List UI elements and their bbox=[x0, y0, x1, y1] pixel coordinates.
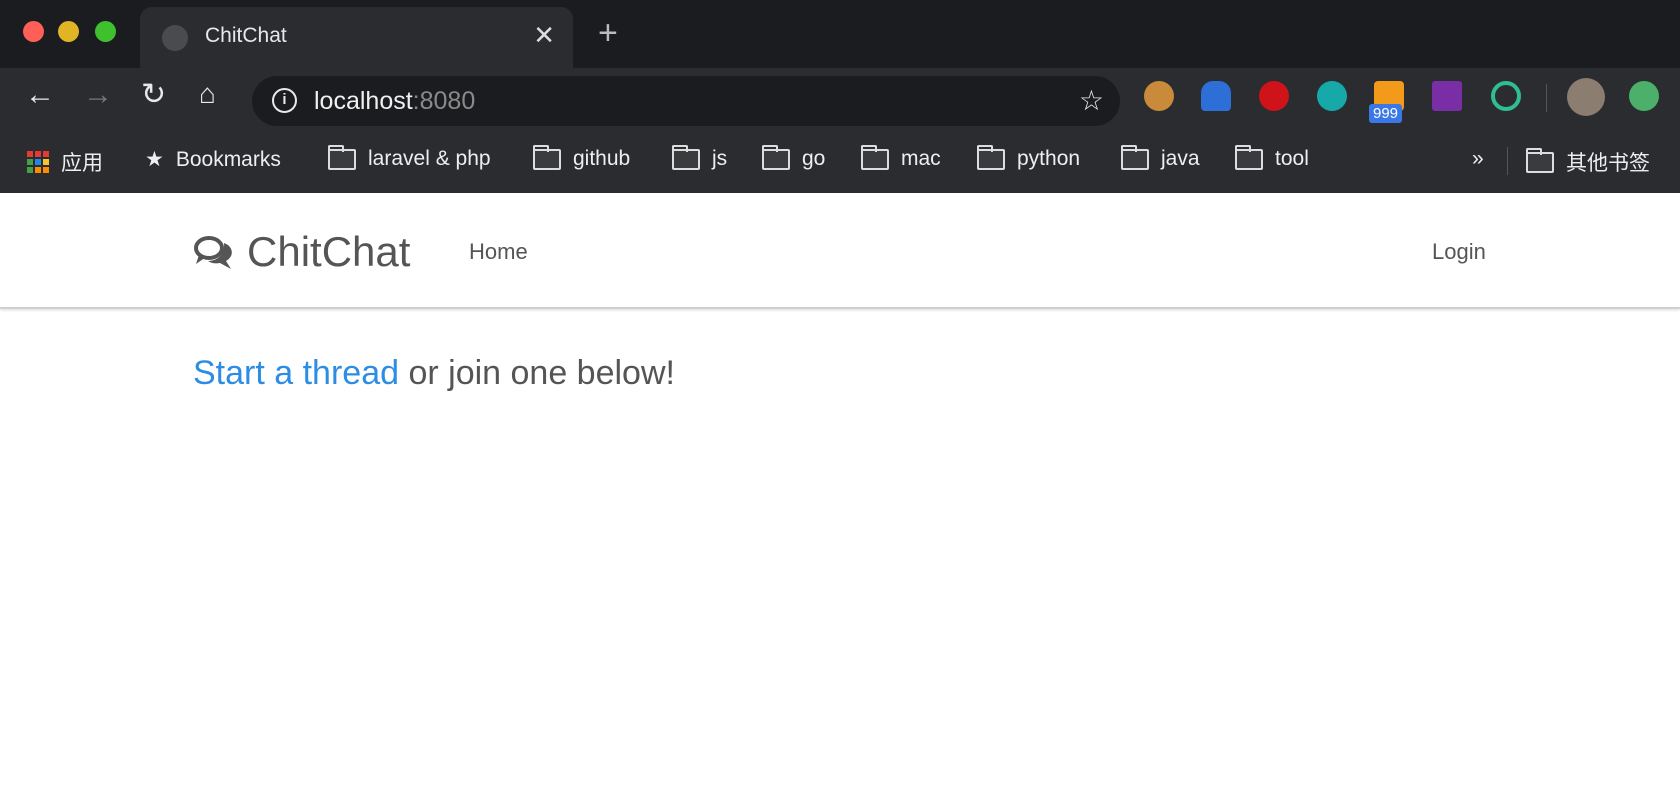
comments-icon bbox=[194, 236, 232, 269]
folder-icon bbox=[328, 144, 356, 170]
minimize-window-button[interactable] bbox=[58, 21, 79, 42]
tab-title: ChitChat bbox=[205, 24, 287, 47]
brand-name: ChitChat bbox=[247, 228, 411, 275]
rss-badge: 999 bbox=[1369, 104, 1403, 123]
bookmark-label: Bookmarks bbox=[175, 147, 281, 171]
star-icon: ★ bbox=[145, 148, 164, 171]
bookmarks-bar: 应用 ★ Bookmarks laravel & php github js go… bbox=[0, 133, 1680, 193]
cookie-extension-icon[interactable] bbox=[1144, 81, 1174, 111]
bookmark-folder-js[interactable]: js bbox=[672, 144, 728, 171]
browser-toolbar: ← → ↻ ⌂ i localhost:8080 ☆ 999 bbox=[0, 68, 1680, 133]
tab-strip: ChitChat ✕ + bbox=[0, 0, 1680, 68]
bookmark-label: tool bbox=[1275, 147, 1309, 170]
bookmark-folder-go[interactable]: go bbox=[762, 144, 826, 171]
nav-home-link[interactable]: Home bbox=[469, 239, 528, 265]
bookmarks-overflow-button[interactable]: » bbox=[1472, 147, 1484, 171]
bookmark-star-icon[interactable]: ☆ bbox=[1079, 84, 1104, 117]
forward-button[interactable]: → bbox=[83, 80, 113, 110]
folder-icon bbox=[672, 144, 700, 170]
url-text[interactable]: localhost:8080 bbox=[314, 87, 475, 116]
folder-icon bbox=[977, 144, 1005, 170]
bookmark-label: js bbox=[712, 147, 728, 170]
folder-icon bbox=[1121, 144, 1149, 170]
profile-avatar[interactable] bbox=[1567, 78, 1605, 116]
m-extension-icon[interactable] bbox=[1317, 81, 1347, 111]
home-button[interactable]: ⌂ bbox=[199, 80, 216, 108]
close-window-button[interactable] bbox=[23, 21, 44, 42]
bookmark-label: 其他书签 bbox=[1566, 152, 1650, 175]
bookmark-label: github bbox=[573, 147, 631, 170]
apps-grid-icon bbox=[27, 151, 49, 173]
bookmark-label: java bbox=[1161, 147, 1200, 170]
bookmark-apps[interactable]: 应用 bbox=[27, 147, 103, 177]
close-tab-icon[interactable]: ✕ bbox=[533, 20, 555, 51]
info-icon[interactable]: i bbox=[272, 88, 297, 113]
bookmark-folder-laravel[interactable]: laravel & php bbox=[328, 144, 491, 171]
address-bar[interactable]: i localhost:8080 ☆ bbox=[252, 76, 1120, 126]
translate-extension-icon[interactable] bbox=[1201, 81, 1231, 111]
folder-icon bbox=[861, 144, 889, 170]
maximize-window-button[interactable] bbox=[95, 21, 116, 42]
bookmark-folder-github[interactable]: github bbox=[533, 144, 631, 171]
adblock-extension-icon[interactable] bbox=[1259, 81, 1289, 111]
site-navbar: ChitChat Home Login bbox=[0, 193, 1680, 309]
start-thread-link[interactable]: Start a thread bbox=[193, 354, 399, 392]
bookmark-label: 应用 bbox=[61, 152, 103, 175]
intro-rest: or join one below! bbox=[399, 354, 675, 392]
onenote-extension-icon[interactable] bbox=[1432, 81, 1462, 111]
new-tab-button[interactable]: + bbox=[598, 16, 618, 50]
reload-button[interactable]: ↻ bbox=[141, 80, 166, 110]
folder-icon bbox=[1526, 147, 1554, 173]
grammarly-extension-icon[interactable] bbox=[1491, 81, 1521, 111]
bookmark-folder-mac[interactable]: mac bbox=[861, 144, 941, 171]
overflow-label: » bbox=[1472, 147, 1484, 170]
folder-icon bbox=[762, 144, 790, 170]
toolbar-divider bbox=[1546, 84, 1547, 112]
bookmark-label: python bbox=[1017, 147, 1081, 170]
bookmark-folder-python[interactable]: python bbox=[977, 144, 1081, 171]
back-button[interactable]: ← bbox=[25, 80, 55, 110]
folder-icon bbox=[533, 144, 561, 170]
bookmark-label: go bbox=[802, 147, 826, 170]
intro-text: Start a thread or join one below! bbox=[193, 354, 675, 393]
folder-icon bbox=[1235, 144, 1263, 170]
bookmark-label: mac bbox=[901, 147, 941, 170]
bookmark-folder-tool[interactable]: tool bbox=[1235, 144, 1309, 171]
update-icon[interactable] bbox=[1629, 81, 1659, 111]
brand-link[interactable]: ChitChat bbox=[193, 228, 410, 276]
bookmark-folder-java[interactable]: java bbox=[1121, 144, 1200, 171]
nav-login-link[interactable]: Login bbox=[1432, 239, 1486, 265]
bookmark-bookmarks[interactable]: ★ Bookmarks bbox=[145, 147, 281, 172]
bookmark-label: laravel & php bbox=[368, 147, 491, 170]
bookmarks-divider bbox=[1507, 147, 1508, 175]
bookmark-folder-other[interactable]: 其他书签 bbox=[1526, 147, 1650, 177]
browser-tab[interactable]: ChitChat ✕ bbox=[140, 7, 573, 68]
globe-icon bbox=[162, 25, 188, 51]
